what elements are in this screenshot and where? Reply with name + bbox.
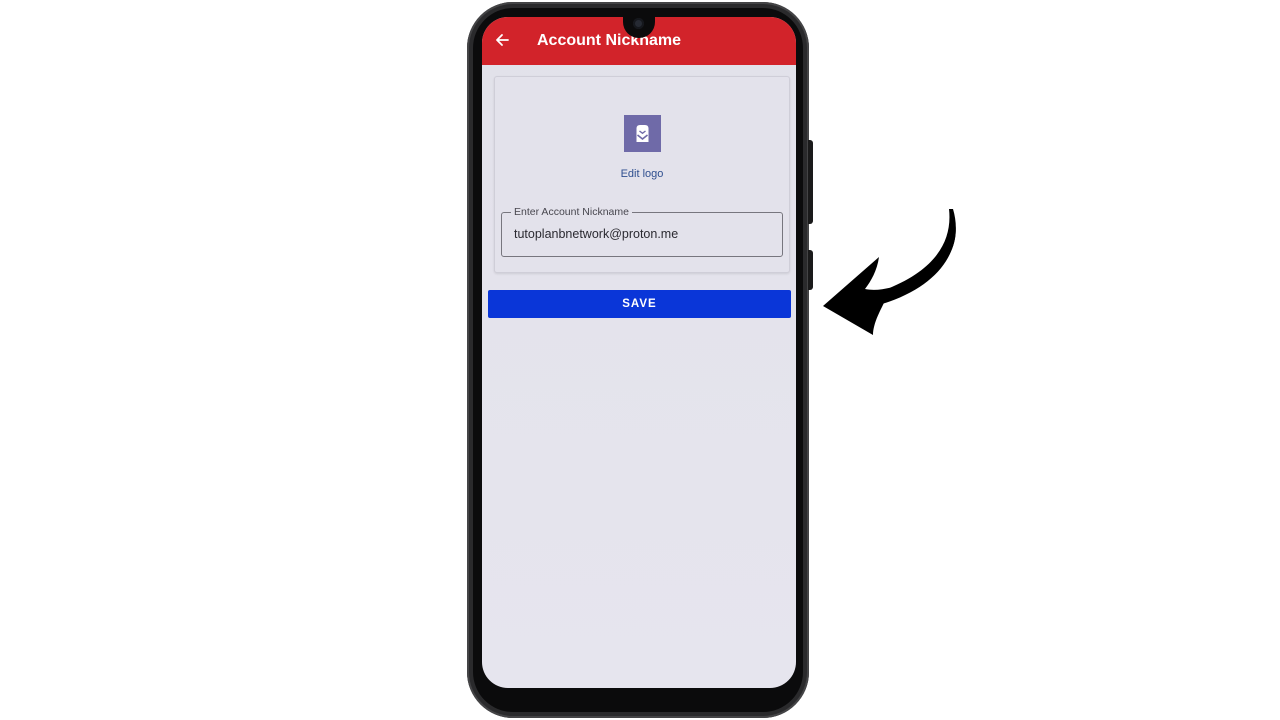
nickname-input[interactable]: Enter Account Nickname tutoplanbnetwork@…: [501, 206, 783, 257]
nickname-input-label: Enter Account Nickname: [511, 206, 632, 218]
save-button[interactable]: SAVE: [488, 290, 791, 318]
phone-screen: Account Nickname Edit logo Enter Account…: [482, 17, 796, 688]
stage: Account Nickname Edit logo Enter Account…: [0, 0, 1280, 720]
edit-logo-link[interactable]: Edit logo: [495, 168, 789, 180]
camera-icon: [633, 18, 644, 29]
volume-button: [808, 140, 813, 224]
proton-mail-logo-icon[interactable]: [624, 115, 661, 152]
power-button: [808, 250, 813, 290]
nickname-card: Edit logo Enter Account Nickname tutopla…: [494, 76, 790, 273]
arrow-left-icon[interactable]: [494, 32, 510, 48]
page-title: Account Nickname: [537, 32, 682, 49]
curved-arrow-pointer-icon: [815, 205, 965, 340]
nickname-input-value[interactable]: tutoplanbnetwork@proton.me: [514, 227, 678, 241]
